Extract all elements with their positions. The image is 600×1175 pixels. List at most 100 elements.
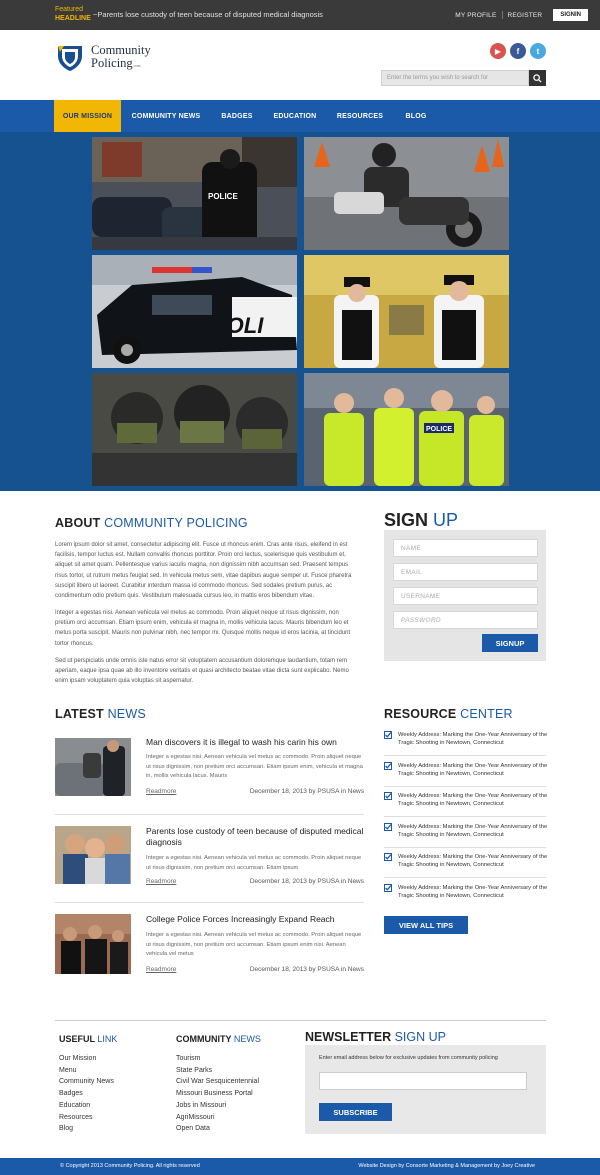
news-meta-2: December 18, 2013 by PSUSA in News — [249, 878, 364, 885]
top-bar: Featured HEADLINE ~Parents lose custody … — [0, 0, 600, 30]
copyright-text: © Copyright 2013 Community Policing. All… — [60, 1163, 200, 1169]
featured-headline-link[interactable]: ~Parents lose custody of teen because of… — [93, 10, 323, 19]
resource-item-text: Weekly Address: Marking the One-Year Ann… — [398, 885, 548, 900]
footer-link-tourism[interactable]: Tourism — [176, 1053, 259, 1065]
checkbox-icon — [384, 884, 392, 892]
footer-link-jobs[interactable]: Jobs in Missouri — [176, 1100, 259, 1112]
useful-links-list: Our Mission Menu Community News Badges E… — [59, 1053, 114, 1135]
resource-divider — [384, 755, 546, 756]
nav-resources[interactable]: RESOURCES — [331, 100, 389, 132]
resource-item[interactable]: Weekly Address: Marking the One-Year Ann… — [384, 762, 548, 782]
name-field[interactable]: NAME — [393, 539, 538, 557]
news-meta-1: December 18, 2013 by PSUSA in News — [249, 788, 364, 795]
footer-link-education[interactable]: Education — [59, 1100, 114, 1112]
news-divider — [55, 902, 364, 903]
nav-blog[interactable]: BLOG — [397, 100, 435, 132]
footer-link-badges[interactable]: Badges — [59, 1088, 114, 1100]
svg-text:POLICE: POLICE — [426, 426, 452, 433]
resource-item-text: Weekly Address: Marking the One-Year Ann… — [398, 732, 548, 747]
resource-item[interactable]: Weekly Address: Marking the One-Year Ann… — [384, 823, 548, 843]
email-field[interactable]: EMAIL — [393, 563, 538, 581]
news-divider — [55, 814, 364, 815]
nav-education[interactable]: EDUCATION — [268, 100, 322, 132]
newsletter-description: Enter email address below for exclusive … — [319, 1055, 498, 1061]
footer-link-civil-war[interactable]: Civil War Sesquicentennial — [176, 1076, 259, 1088]
resource-divider — [384, 877, 546, 878]
photo-officer-parking-lot: POLICE — [92, 137, 297, 250]
photo-police-interceptor: POLI — [92, 255, 297, 368]
nav-badges[interactable]: BADGES — [213, 100, 261, 132]
password-field[interactable]: PASSWORD — [393, 611, 538, 629]
site-logo[interactable]: Community Policing.com — [91, 44, 151, 72]
news-thumbnail-car-wash[interactable] — [55, 738, 131, 796]
resource-item[interactable]: Weekly Address: Marking the One-Year Ann… — [384, 731, 548, 751]
news-excerpt-2: Integer a egestas nisi. Aenean vehicula … — [146, 855, 362, 871]
newsletter-heading: NEWSLETTER SIGN UP — [305, 1030, 446, 1044]
footer-link-state-parks[interactable]: State Parks — [176, 1065, 259, 1077]
readmore-link-1[interactable]: Readmore — [146, 788, 176, 795]
resource-divider — [384, 786, 546, 787]
resource-item[interactable]: Weekly Address: Marking the One-Year Ann… — [384, 853, 548, 873]
resource-item[interactable]: Weekly Address: Marking the One-Year Ann… — [384, 884, 548, 904]
checkbox-icon — [384, 823, 392, 831]
footer-link-agrimissouri[interactable]: AgriMissouri — [176, 1112, 259, 1124]
photo-armed-officers — [304, 255, 509, 368]
twitter-icon[interactable]: t — [530, 43, 546, 59]
footer-link-open-data[interactable]: Open Data — [176, 1123, 259, 1135]
search-icon — [533, 73, 542, 83]
signin-button[interactable]: SIGNIN — [553, 9, 588, 21]
photo-hi-vis-officers: POLICE — [304, 373, 509, 486]
news-thumbnail-family[interactable] — [55, 826, 131, 884]
signup-button[interactable]: SIGNUP — [482, 634, 538, 652]
register-link[interactable]: REGISTER — [503, 12, 548, 19]
design-credit: Website Design by Consorte Marketing & M… — [358, 1163, 535, 1169]
resource-item[interactable]: Weekly Address: Marking the One-Year Ann… — [384, 792, 548, 812]
news-meta-3: December 18, 2013 by PSUSA in News — [249, 966, 364, 973]
resource-item-text: Weekly Address: Marking the One-Year Ann… — [398, 824, 548, 839]
youtube-icon[interactable]: ▶ — [490, 43, 506, 59]
footer-link-community-news[interactable]: Community News — [59, 1076, 114, 1088]
footer-link-blog[interactable]: Blog — [59, 1123, 114, 1135]
logo-line-2: Policing.com — [91, 56, 141, 70]
news-title-2[interactable]: Parents lose custody of teen because of … — [146, 826, 366, 848]
nav-our-mission[interactable]: OUR MISSION — [54, 100, 121, 132]
logo-badge-icon[interactable] — [55, 42, 85, 72]
photo-motorcycle-officer — [304, 137, 509, 250]
newsletter-email-input[interactable] — [319, 1072, 527, 1090]
search-button[interactable] — [529, 70, 546, 86]
resource-item-text: Weekly Address: Marking the One-Year Ann… — [398, 793, 548, 808]
facebook-icon[interactable]: f — [510, 43, 526, 59]
readmore-link-3[interactable]: Readmore — [146, 966, 176, 973]
subscribe-button[interactable]: SUBSCRIBE — [319, 1103, 392, 1121]
username-field[interactable]: USERNAME — [393, 587, 538, 605]
about-paragraph-2: Integer a egestas nisi. Aenean vehicula … — [55, 610, 351, 647]
featured-label: Featured — [55, 6, 84, 13]
about-paragraph-1: Lorem ipsum dolor sit amet, consectetur … — [55, 542, 352, 600]
about-paragraph-3: Sed ut perspiciatis unde omnis iste natu… — [55, 658, 349, 685]
view-all-tips-button[interactable]: VIEW ALL TIPS — [384, 916, 468, 934]
search-input[interactable]: Enter the terms you wish to search for — [381, 70, 529, 86]
resource-center-heading: RESOURCE CENTER — [384, 707, 513, 721]
svg-text:POLI: POLI — [212, 313, 264, 338]
footer-link-business-portal[interactable]: Missouri Business Portal — [176, 1088, 259, 1100]
resource-item-text: Weekly Address: Marking the One-Year Ann… — [398, 763, 548, 778]
my-profile-link[interactable]: MY PROFILE — [450, 12, 501, 19]
news-thumbnail-college-police[interactable] — [55, 914, 131, 974]
signup-heading: SIGN UP — [384, 510, 459, 530]
readmore-link-2[interactable]: Readmore — [146, 878, 176, 885]
nav-community-news[interactable]: COMMUNITY NEWS — [127, 100, 205, 132]
checkbox-icon — [384, 853, 392, 861]
footer-link-resources[interactable]: Resources — [59, 1112, 114, 1124]
featured-headline-label: Featured HEADLINE — [55, 5, 91, 23]
checkbox-icon — [384, 762, 392, 770]
news-excerpt-3: Integer a egestas nisi. Aenean vehicula … — [146, 932, 362, 958]
footer-link-our-mission[interactable]: Our Mission — [59, 1053, 114, 1065]
svg-text:POLICE: POLICE — [208, 192, 238, 201]
resource-item-text: Weekly Address: Marking the One-Year Ann… — [398, 854, 548, 869]
resource-divider — [384, 847, 546, 848]
account-links: MY PROFILE REGISTER SIGNIN — [450, 9, 588, 21]
footer-link-menu[interactable]: Menu — [59, 1065, 114, 1077]
news-title-1[interactable]: Man discovers it is illegal to wash his … — [146, 737, 366, 748]
news-title-3[interactable]: College Police Forces Increasingly Expan… — [146, 914, 366, 925]
footer-divider — [55, 1020, 546, 1021]
